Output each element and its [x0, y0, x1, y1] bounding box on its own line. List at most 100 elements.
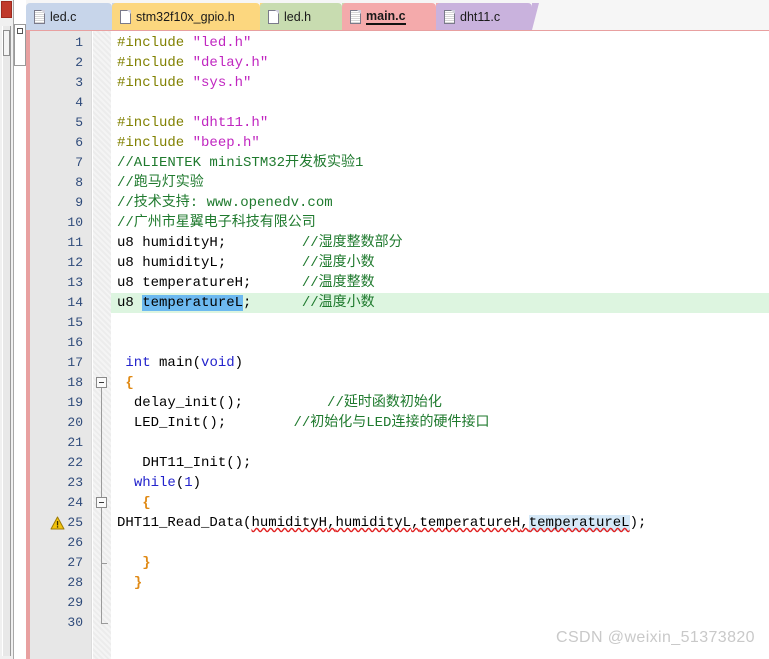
- editor-tab-main-c[interactable]: main.c: [342, 3, 443, 30]
- file-lines-icon: [444, 9, 455, 24]
- code-line[interactable]: DHT11_Init();: [117, 453, 251, 473]
- code-line[interactable]: u8 humidityH; //湿度整数部分: [117, 233, 403, 253]
- code-line[interactable]: #include "dht11.h": [117, 113, 268, 133]
- gutter-row: 26: [30, 533, 91, 553]
- code-line[interactable]: }: [117, 553, 150, 573]
- line-number: 10: [67, 215, 83, 230]
- code-line[interactable]: #include "beep.h": [117, 133, 260, 153]
- line-number: 25: [67, 515, 83, 530]
- line-number: 3: [75, 75, 83, 90]
- code-line[interactable]: }: [117, 573, 142, 593]
- code-line[interactable]: int main(void): [117, 353, 243, 373]
- line-number: 11: [67, 235, 83, 250]
- code-folding-column: [93, 31, 111, 659]
- warning-triangle-icon[interactable]: [50, 516, 65, 530]
- watermark-label: CSDN @weixin_51373820: [556, 629, 755, 646]
- code-line[interactable]: #include "sys.h": [117, 73, 251, 93]
- file-blank-icon: [120, 9, 131, 24]
- line-number: 23: [67, 475, 83, 490]
- code-text-area[interactable]: #include "led.h" #include "delay.h" #inclu…: [111, 31, 769, 659]
- code-line[interactable]: //ALIENTEK miniSTM32开发板实验1: [117, 153, 363, 173]
- line-number: 14: [67, 295, 83, 310]
- stop-build-button[interactable]: [1, 1, 12, 18]
- editor-tab-bar: led.c stm32f10x_gpio.h led.h main.c dht11.c: [26, 0, 769, 30]
- gutter-row: 27: [30, 553, 91, 573]
- line-number: 19: [67, 395, 83, 410]
- editor-tab-label: main.c: [366, 8, 406, 25]
- editor-tab-led-h[interactable]: led.h: [260, 3, 349, 30]
- gutter-row: 2: [30, 53, 91, 73]
- file-lines-icon: [34, 9, 45, 24]
- editor-tab-led-c[interactable]: led.c: [26, 3, 119, 30]
- line-number: 22: [67, 455, 83, 470]
- gutter-row: 30: [30, 613, 91, 633]
- fold-region-line: [101, 508, 102, 563]
- editor-tab-stm32f10x-gpio-h[interactable]: stm32f10x_gpio.h: [112, 3, 267, 30]
- code-line[interactable]: DHT11_Read_Data(humidityH,humidityL,temp…: [117, 513, 646, 533]
- fold-region-end: [101, 623, 108, 624]
- editor-window: led.c stm32f10x_gpio.h led.h main.c dht11.c …: [0, 0, 769, 659]
- fold-toggle-line-24[interactable]: [96, 497, 107, 508]
- editor-tab-label: led.h: [284, 9, 312, 24]
- gutter-row: 3: [30, 73, 91, 93]
- file-blank-icon: [268, 9, 279, 24]
- gutter-row: 9: [30, 193, 91, 213]
- gutter-row: 19: [30, 393, 91, 413]
- gutter-row: 25: [30, 513, 91, 533]
- code-line[interactable]: {: [117, 493, 150, 513]
- gutter-row: 5: [30, 113, 91, 133]
- dock-handle-icon: [17, 28, 23, 34]
- line-number: 9: [75, 195, 83, 210]
- line-number: 16: [67, 335, 83, 350]
- editor-tab-label: stm32f10x_gpio.h: [136, 9, 235, 24]
- code-line[interactable]: #include "delay.h": [117, 53, 268, 73]
- fold-region-tick: [101, 563, 107, 564]
- line-number: 18: [67, 375, 83, 390]
- line-number: 20: [67, 415, 83, 430]
- gutter-row: 28: [30, 573, 91, 593]
- gutter-row: 4: [30, 93, 91, 113]
- gutter-row: 18: [30, 373, 91, 393]
- gutter-row: 11: [30, 233, 91, 253]
- line-number: 7: [75, 155, 83, 170]
- gutter-row: 16: [30, 333, 91, 353]
- vertical-scrollbar-thumb[interactable]: [3, 30, 10, 56]
- gutter-row: 29: [30, 593, 91, 613]
- line-number: 2: [75, 55, 83, 70]
- code-line[interactable]: //技术支持: www.openedv.com: [117, 193, 333, 213]
- editor-tab-label: dht11.c: [460, 9, 501, 24]
- gutter-row: 10: [30, 213, 91, 233]
- code-line[interactable]: {: [117, 373, 133, 393]
- line-number: 8: [75, 175, 83, 190]
- code-line[interactable]: #include "led.h": [117, 33, 251, 53]
- code-line[interactable]: u8 humidityL; //湿度小数: [117, 253, 375, 273]
- gutter-row: 13: [30, 273, 91, 293]
- line-number: 4: [75, 95, 83, 110]
- code-line[interactable]: u8 temperatureH; //温度整数: [117, 273, 375, 293]
- line-number: 15: [67, 315, 83, 330]
- line-number: 13: [67, 275, 83, 290]
- dock-panel-handle[interactable]: [14, 24, 26, 66]
- gutter-row: 17: [30, 353, 91, 373]
- code-line[interactable]: while(1): [117, 473, 201, 493]
- line-number: 24: [67, 495, 83, 510]
- gutter-row: 22: [30, 453, 91, 473]
- code-line[interactable]: u8 temperatureL; //温度小数: [117, 293, 375, 313]
- code-line[interactable]: delay_init(); //延时函数初始化: [117, 393, 442, 413]
- code-line[interactable]: //跑马灯实验: [117, 173, 204, 193]
- line-number: 1: [75, 35, 83, 50]
- gutter-row: 1: [30, 33, 91, 53]
- fold-toggle-line-18[interactable]: [96, 377, 107, 388]
- line-number-gutter: 1 2 3 4 5 6 7 8 9 10 11 12 13 14 15 16 17 18 19 20 21 22 23 24 2…: [30, 31, 92, 659]
- vertical-scrollbar-track[interactable]: [2, 26, 11, 656]
- line-number: 28: [67, 575, 83, 590]
- gutter-row: 12: [30, 253, 91, 273]
- editor-tab-dht11-c[interactable]: dht11.c: [436, 3, 539, 30]
- code-line[interactable]: LED_Init(); //初始化与LED连接的硬件接口: [117, 413, 490, 433]
- code-editor: 1 2 3 4 5 6 7 8 9 10 11 12 13 14 15 16 17 18 19 20 21 22 23 24 2…: [26, 30, 769, 659]
- gutter-row: 6: [30, 133, 91, 153]
- code-line[interactable]: //广州市星翼电子科技有限公司: [117, 213, 316, 233]
- gutter-row: 8: [30, 173, 91, 193]
- line-number: 21: [67, 435, 83, 450]
- line-number: 17: [67, 355, 83, 370]
